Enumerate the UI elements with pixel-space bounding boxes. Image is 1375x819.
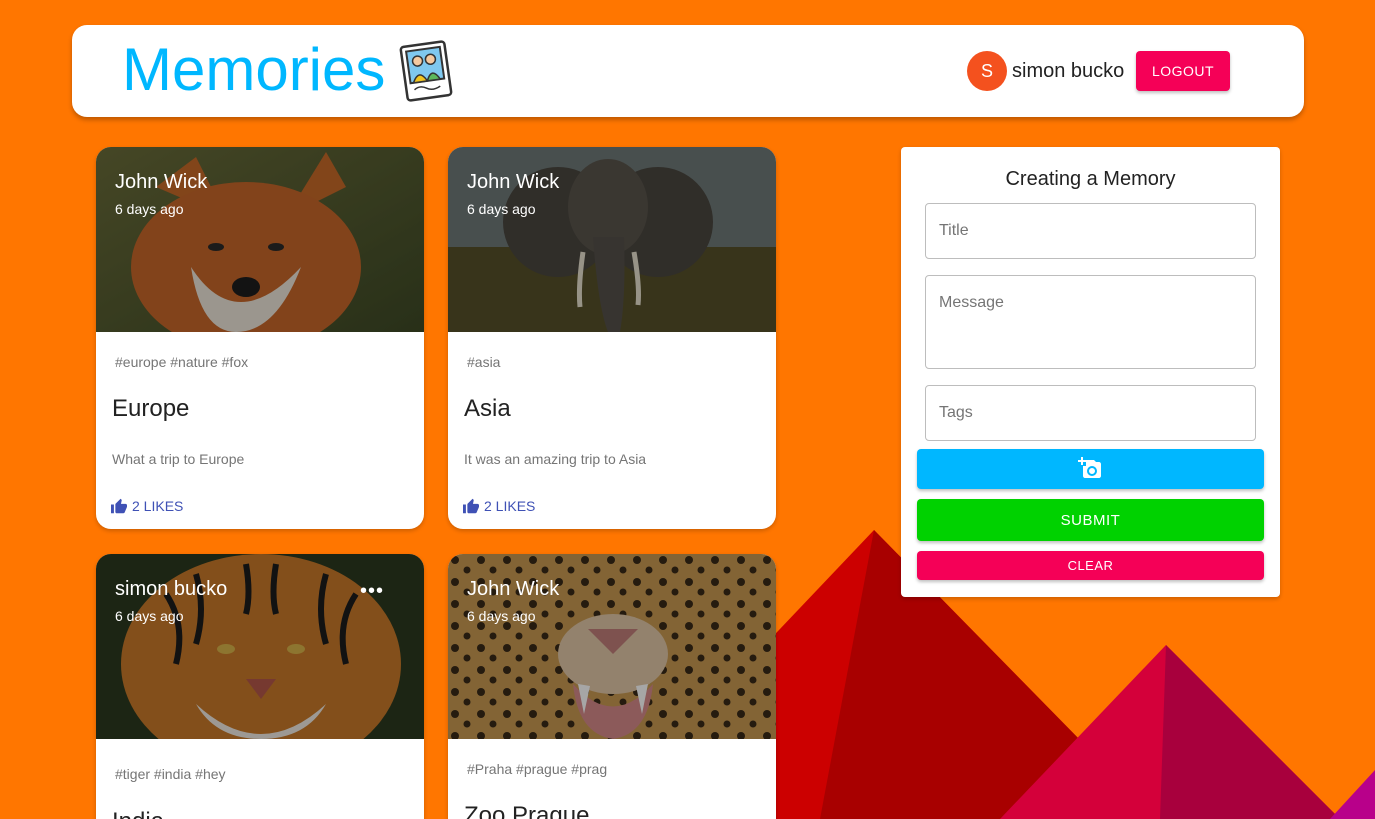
upload-image-button[interactable] — [917, 449, 1264, 489]
logout-button[interactable]: LOGOUT — [1136, 51, 1230, 91]
post-title: Europe — [112, 395, 190, 422]
post-message: What a trip to Europe — [112, 451, 245, 467]
post-card[interactable]: John Wick 6 days ago #europe #nature #fo… — [96, 147, 424, 529]
post-image: John Wick 6 days ago — [448, 554, 776, 739]
like-button[interactable]: 2 LIKES — [110, 498, 183, 514]
post-creator: simon bucko — [115, 578, 228, 600]
app-bar: Memories S simon bucko LOGOUT — [72, 25, 1304, 117]
post-card[interactable]: John Wick 6 days ago #Praha #prague #pra… — [448, 554, 776, 819]
post-creator: John Wick — [115, 171, 208, 193]
post-message: It was an amazing trip to Asia — [464, 451, 647, 467]
post-time: 6 days ago — [467, 201, 536, 217]
post-card[interactable]: John Wick 6 days ago #asia Asia It was a… — [448, 147, 776, 529]
post-time: 6 days ago — [467, 608, 536, 624]
post-title: Asia — [464, 395, 511, 422]
post-tags: #asia — [467, 354, 501, 370]
post-title: Zoo Prague — [464, 802, 590, 819]
avatar: S — [967, 51, 1007, 91]
title-input[interactable] — [925, 203, 1256, 259]
create-memory-form: Creating a Memory SUBMIT CLEAR — [901, 147, 1280, 597]
app-title[interactable]: Memories — [122, 37, 385, 103]
post-tags: #europe #nature #fox — [115, 354, 249, 370]
add-photo-icon — [1077, 456, 1101, 478]
more-options-icon[interactable]: ••• — [360, 580, 384, 603]
post-tags: #Praha #prague #prag — [467, 761, 608, 777]
message-input[interactable] — [925, 275, 1256, 369]
submit-button[interactable]: SUBMIT — [917, 499, 1264, 541]
thumb-up-icon — [463, 498, 479, 514]
memories-photo-icon — [399, 40, 453, 102]
tags-input[interactable] — [925, 385, 1256, 441]
likes-count: 2 LIKES — [132, 498, 184, 514]
clear-button[interactable]: CLEAR — [917, 551, 1264, 580]
post-time: 6 days ago — [115, 201, 184, 217]
post-creator: John Wick — [467, 171, 560, 193]
post-image: John Wick 6 days ago — [96, 147, 424, 332]
post-title: India — [112, 808, 164, 819]
likes-count: 2 LIKES — [484, 498, 536, 514]
like-button[interactable]: 2 LIKES — [462, 498, 535, 514]
post-card[interactable]: simon bucko 6 days ago ••• #tiger #india… — [96, 554, 424, 819]
thumb-up-icon — [111, 498, 127, 514]
form-heading: Creating a Memory — [1005, 168, 1176, 190]
post-time: 6 days ago — [115, 608, 184, 624]
post-image: John Wick 6 days ago — [448, 147, 776, 332]
user-name: simon bucko — [1012, 60, 1125, 82]
post-creator: John Wick — [467, 578, 560, 600]
post-image: simon bucko 6 days ago ••• — [96, 554, 424, 739]
post-tags: #tiger #india #hey — [115, 766, 226, 782]
